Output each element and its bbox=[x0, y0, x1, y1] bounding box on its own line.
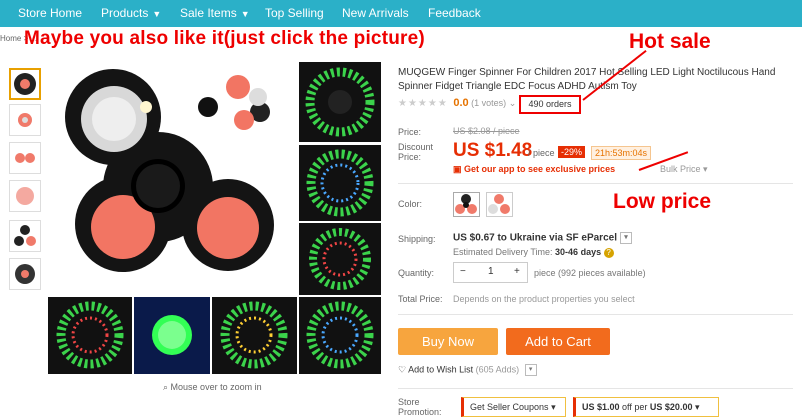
chevron-down-icon: ▼ bbox=[240, 9, 250, 19]
chevron-down-icon: ▾ bbox=[703, 164, 708, 174]
nav-sale-items[interactable]: Sale Items ▼ bbox=[180, 0, 250, 27]
rating-votes[interactable]: (1 votes) bbox=[471, 98, 506, 108]
led-spinner-picture bbox=[56, 301, 124, 369]
shipping-method[interactable]: US $0.67 to Ukraine via SF eParcel ▾ bbox=[453, 232, 632, 244]
star-rating-icon: ★★★★★ bbox=[398, 98, 448, 109]
thumbnail-1[interactable] bbox=[9, 68, 41, 100]
led-spinner-picture bbox=[306, 149, 374, 217]
seller-coupons-dropdown[interactable]: Get Seller Coupons ▾ bbox=[461, 397, 566, 417]
discount-price: US $1.48 bbox=[453, 140, 533, 161]
zoom-hint: ⌕ Mouse over to zoom in bbox=[163, 382, 262, 392]
annotation-hot-sale: Hot sale bbox=[629, 30, 711, 53]
orders-count: 490 orders bbox=[519, 95, 581, 114]
minus-button[interactable]: − bbox=[460, 266, 466, 277]
store-offer-dropdown[interactable]: US $1.00 off per US $20.00 ▾ bbox=[573, 397, 719, 417]
gallery-tile-3[interactable] bbox=[299, 223, 381, 295]
bulk-price-dropdown[interactable]: Bulk Price ▾ bbox=[660, 164, 708, 175]
gallery-tile-2[interactable] bbox=[299, 145, 381, 221]
chevron-down-icon: ▼ bbox=[152, 9, 162, 19]
led-spinner-picture bbox=[306, 301, 374, 369]
section-divider bbox=[398, 183, 793, 184]
annotation-low-price: Low price bbox=[613, 190, 712, 213]
available-stock: piece (992 pieces available) bbox=[534, 268, 646, 278]
help-icon[interactable]: ? bbox=[603, 248, 614, 258]
nav-feedback[interactable]: Feedback bbox=[428, 0, 481, 27]
buy-now-button[interactable]: Buy Now bbox=[398, 328, 498, 355]
quantity-stepper[interactable]: − 1 + bbox=[453, 262, 528, 283]
app-promo-link[interactable]: ▣ Get our app to see exclusive prices bbox=[453, 164, 615, 175]
total-price-label: Total Price: bbox=[398, 294, 443, 304]
chevron-down-icon[interactable]: ⌄ bbox=[509, 98, 517, 108]
shipping-label: Shipping: bbox=[398, 234, 436, 244]
color-swatch-white[interactable] bbox=[486, 192, 513, 217]
top-navigation-bar: Store Home Products ▼ Sale Items ▼ Top Sel… bbox=[0, 0, 802, 27]
thumbnail-6[interactable] bbox=[9, 258, 41, 290]
plus-button[interactable]: + bbox=[514, 266, 520, 277]
nav-products[interactable]: Products ▼ bbox=[101, 0, 161, 27]
nav-store-home[interactable]: Store Home bbox=[18, 0, 82, 27]
add-to-wishlist[interactable]: ♡ Add to Wish List (605 Adds) ▾ bbox=[398, 364, 537, 376]
discount-price-label: Discount Price: bbox=[398, 142, 434, 162]
total-price: Depends on the product properties you se… bbox=[453, 294, 635, 304]
spinner-thumbnail-icon bbox=[14, 225, 36, 246]
spinner-thumbnail-icon bbox=[15, 153, 35, 163]
gallery-tile-5[interactable] bbox=[48, 297, 132, 374]
color-swatch-black[interactable] bbox=[453, 192, 480, 217]
led-spinner-picture bbox=[309, 228, 371, 290]
gallery-tile-1[interactable] bbox=[299, 62, 381, 142]
price-unit: / piece bbox=[528, 148, 555, 158]
overlay-headline: Maybe you also like it(just click the pi… bbox=[24, 28, 425, 49]
add-to-cart-button[interactable]: Add to Cart bbox=[506, 328, 610, 355]
product-title: MUQGEW Finger Spinner For Children 2017 … bbox=[398, 67, 776, 92]
chevron-down-icon: ▾ bbox=[551, 402, 556, 412]
estimated-delivery: Estimated Delivery Time: 30-46 days ? bbox=[453, 247, 614, 258]
phone-icon: ▣ bbox=[453, 164, 465, 174]
heart-icon: ♡ bbox=[398, 364, 409, 375]
led-spinner-picture bbox=[305, 67, 375, 137]
section-divider bbox=[398, 388, 793, 389]
rating-row: ★★★★★ 0.0 (1 votes) ⌄ bbox=[398, 97, 516, 109]
led-spinner-picture bbox=[220, 301, 288, 369]
store-promotion-label: Store Promotion: bbox=[398, 397, 442, 417]
gallery-tile-6[interactable] bbox=[134, 297, 210, 374]
spinner-thumbnail-icon bbox=[15, 264, 35, 284]
spinner-thumbnail-icon bbox=[14, 73, 36, 95]
chevron-down-icon[interactable]: ▾ bbox=[524, 364, 537, 376]
glowing-spinner-picture bbox=[152, 315, 192, 355]
gallery-tile-7[interactable] bbox=[212, 297, 297, 374]
spinner-thumbnail-icon bbox=[18, 113, 32, 127]
quantity-label: Quantity: bbox=[398, 268, 435, 278]
thumbnail-4[interactable] bbox=[9, 180, 41, 212]
nav-new-arrivals[interactable]: New Arrivals bbox=[342, 0, 409, 27]
thumbnail-5[interactable] bbox=[9, 220, 41, 252]
thumbnail-3[interactable] bbox=[9, 142, 41, 174]
color-label: Color: bbox=[398, 199, 423, 209]
chevron-down-icon: ▾ bbox=[694, 402, 700, 412]
gallery-tile-4[interactable] bbox=[299, 297, 381, 374]
main-product-image[interactable] bbox=[48, 62, 296, 294]
section-divider bbox=[398, 314, 793, 315]
rating-score: 0.0 bbox=[453, 97, 469, 109]
spinner-swatch-icon bbox=[455, 194, 477, 214]
discount-badge: -29% bbox=[558, 146, 586, 158]
original-price: US $2.08 / piece bbox=[453, 126, 520, 136]
thumbnail-2[interactable] bbox=[9, 104, 41, 136]
nav-top-selling[interactable]: Top Selling bbox=[265, 0, 324, 27]
quantity-input[interactable]: 1 bbox=[488, 266, 494, 277]
spinner-swatch-icon bbox=[488, 194, 510, 214]
magnifier-icon: ⌕ bbox=[163, 382, 171, 392]
countdown-timer: 21h:53m:04s bbox=[591, 146, 652, 160]
price-label: Price: bbox=[398, 127, 422, 137]
spinner-thumbnail-icon bbox=[16, 187, 34, 205]
chevron-down-icon[interactable]: ▾ bbox=[619, 232, 632, 244]
